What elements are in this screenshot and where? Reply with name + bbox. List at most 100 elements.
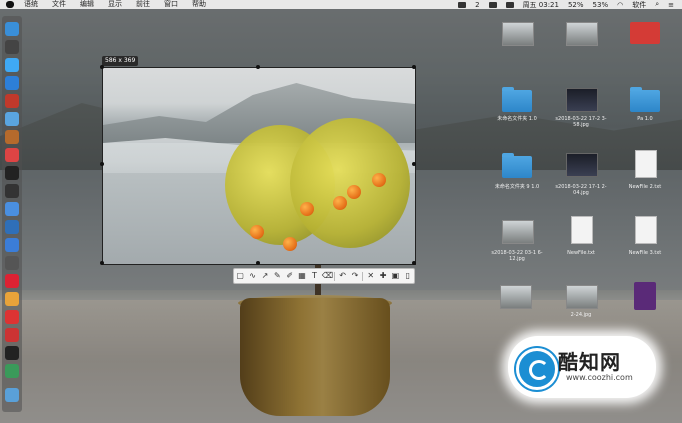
menu-item[interactable]: 编辑 xyxy=(80,0,94,9)
wechat-icon[interactable] xyxy=(458,1,467,8)
menu-item[interactable]: 文件 xyxy=(52,0,66,9)
battery-percent[interactable]: 52% xyxy=(568,1,584,9)
notification-badge: 2 xyxy=(475,0,480,9)
orange-fruit xyxy=(333,196,347,210)
chrome-icon[interactable] xyxy=(5,292,19,306)
downloads-icon[interactable] xyxy=(5,388,19,402)
apple-icon[interactable] xyxy=(6,1,14,8)
app-icon[interactable] xyxy=(5,274,19,288)
clock[interactable]: 周五 03:21 xyxy=(523,0,559,10)
app-icon[interactable] xyxy=(5,112,19,126)
display-icon[interactable] xyxy=(488,1,497,8)
folder-icon[interactable] xyxy=(630,87,660,112)
watermark-title: 酷知网 xyxy=(558,350,621,374)
resize-handle[interactable] xyxy=(100,65,104,69)
video-file-icon[interactable] xyxy=(634,282,656,310)
rect-select-icon[interactable]: ▢ xyxy=(235,270,245,282)
desktop-item-label[interactable]: 未命名文件夹 1.0 xyxy=(489,116,545,122)
resize-handle[interactable] xyxy=(256,261,260,265)
save-icon[interactable]: ▣ xyxy=(390,270,400,282)
desktop-item-label[interactable]: s2018-03-22 17-2 3-58.jpg xyxy=(553,116,609,128)
launchpad-icon[interactable] xyxy=(5,40,19,54)
orange-fruit xyxy=(372,173,386,187)
eraser-icon[interactable]: ⌫ xyxy=(322,270,333,282)
mosaic-icon[interactable]: ▦ xyxy=(297,270,307,282)
ime-label[interactable]: 软件 xyxy=(632,0,646,10)
plant-foliage xyxy=(290,118,410,248)
desktop-file-icon[interactable] xyxy=(566,22,598,46)
desktop-item-label[interactable]: Pa 1.0 xyxy=(617,116,673,122)
app-icon[interactable] xyxy=(5,238,19,252)
app-icon[interactable] xyxy=(5,130,19,144)
app-icon[interactable] xyxy=(5,94,19,108)
desktop-file-icon[interactable] xyxy=(630,22,660,44)
status-area: 2 周五 03:21 52% 53% ◠ 软件 ⌕ ≡ xyxy=(458,0,674,9)
desktop-item-label[interactable]: s2018-03-22 17-1 2-04.jpg xyxy=(553,184,609,196)
search-icon[interactable]: ⌕ xyxy=(655,0,659,9)
orange-fruit xyxy=(347,185,361,199)
app-icon[interactable] xyxy=(5,364,19,378)
dock xyxy=(2,16,22,412)
app-icon[interactable] xyxy=(5,202,19,216)
coozhi-logo-icon xyxy=(516,348,558,390)
folder-icon[interactable] xyxy=(502,87,532,112)
app-icon[interactable] xyxy=(5,220,19,234)
menu-item[interactable]: 窗口 xyxy=(164,0,178,9)
menu-item[interactable]: 显示 xyxy=(108,0,122,9)
image-file-icon[interactable] xyxy=(500,285,532,309)
resize-handle[interactable] xyxy=(100,261,104,265)
resize-handle[interactable] xyxy=(256,65,260,69)
desktop-item-label[interactable]: s2018-03-22 03-1 6-12.jpg xyxy=(489,250,545,262)
app-icon[interactable] xyxy=(5,310,19,324)
app-icon[interactable] xyxy=(5,328,19,342)
app-icon[interactable] xyxy=(5,184,19,198)
text-icon[interactable]: T xyxy=(309,270,319,282)
curve-icon[interactable]: ∿ xyxy=(248,270,258,282)
image-file-icon[interactable] xyxy=(502,220,534,244)
menu-item[interactable]: 语统 xyxy=(24,0,38,9)
desktop-item-label[interactable]: NewFile 2.txt xyxy=(617,184,673,190)
screenshot-toolbar: ▢ ∿ ↗ ✎ ✐ ▦ T ⌫ ↶ ↷ ✕ ✚ ▣ ▯ xyxy=(233,268,415,284)
desktop-item-label[interactable]: NewFile.txt xyxy=(553,250,609,256)
terminal-icon[interactable] xyxy=(5,166,19,180)
orange-fruit xyxy=(283,237,297,251)
desktop-item-label[interactable]: 未命名文件夹 9 1.0 xyxy=(489,184,545,190)
wifi-icon[interactable]: ◠ xyxy=(617,1,623,9)
image-file-icon[interactable] xyxy=(566,153,598,177)
redo-icon[interactable]: ↷ xyxy=(350,270,360,282)
finder-icon[interactable] xyxy=(5,22,19,36)
folder-icon[interactable] xyxy=(502,153,532,178)
toolbar-divider xyxy=(362,271,364,281)
menu-item[interactable]: 前往 xyxy=(136,0,150,9)
watermark-url: www.coozhi.com xyxy=(566,373,633,382)
pencil-icon[interactable]: ✎ xyxy=(272,270,282,282)
text-file-icon[interactable] xyxy=(635,216,657,244)
desktop-file-icon[interactable] xyxy=(502,22,534,46)
text-file-icon[interactable] xyxy=(635,150,657,178)
arrow-icon[interactable]: ↗ xyxy=(260,270,270,282)
app-icon[interactable] xyxy=(5,148,19,162)
app-icon[interactable] xyxy=(5,346,19,360)
menu-item[interactable]: 帮助 xyxy=(192,0,206,9)
highlighter-icon[interactable]: ✐ xyxy=(285,270,295,282)
image-file-icon[interactable] xyxy=(566,88,598,112)
undo-icon[interactable]: ↶ xyxy=(338,270,348,282)
text-file-icon[interactable] xyxy=(571,216,593,244)
resize-handle[interactable] xyxy=(412,162,416,166)
copy-icon[interactable]: ▯ xyxy=(403,270,413,282)
appstore-icon[interactable] xyxy=(5,76,19,90)
app-icon[interactable] xyxy=(5,256,19,270)
close-icon[interactable]: ✕ xyxy=(366,270,376,282)
resize-handle[interactable] xyxy=(412,261,416,265)
safari-icon[interactable] xyxy=(5,58,19,72)
resize-handle[interactable] xyxy=(100,162,104,166)
battery2-percent[interactable]: 53% xyxy=(593,1,609,9)
pin-icon[interactable]: ✚ xyxy=(378,270,388,282)
orange-fruit xyxy=(250,225,264,239)
airplay-icon[interactable] xyxy=(505,1,514,8)
desktop-item-label[interactable]: NewFile 3.txt xyxy=(617,250,673,256)
image-file-icon[interactable] xyxy=(566,285,598,309)
list-icon[interactable]: ≡ xyxy=(668,1,674,9)
desktop-item-label[interactable]: 2-24.jpg xyxy=(553,312,609,318)
resize-handle[interactable] xyxy=(412,65,416,69)
